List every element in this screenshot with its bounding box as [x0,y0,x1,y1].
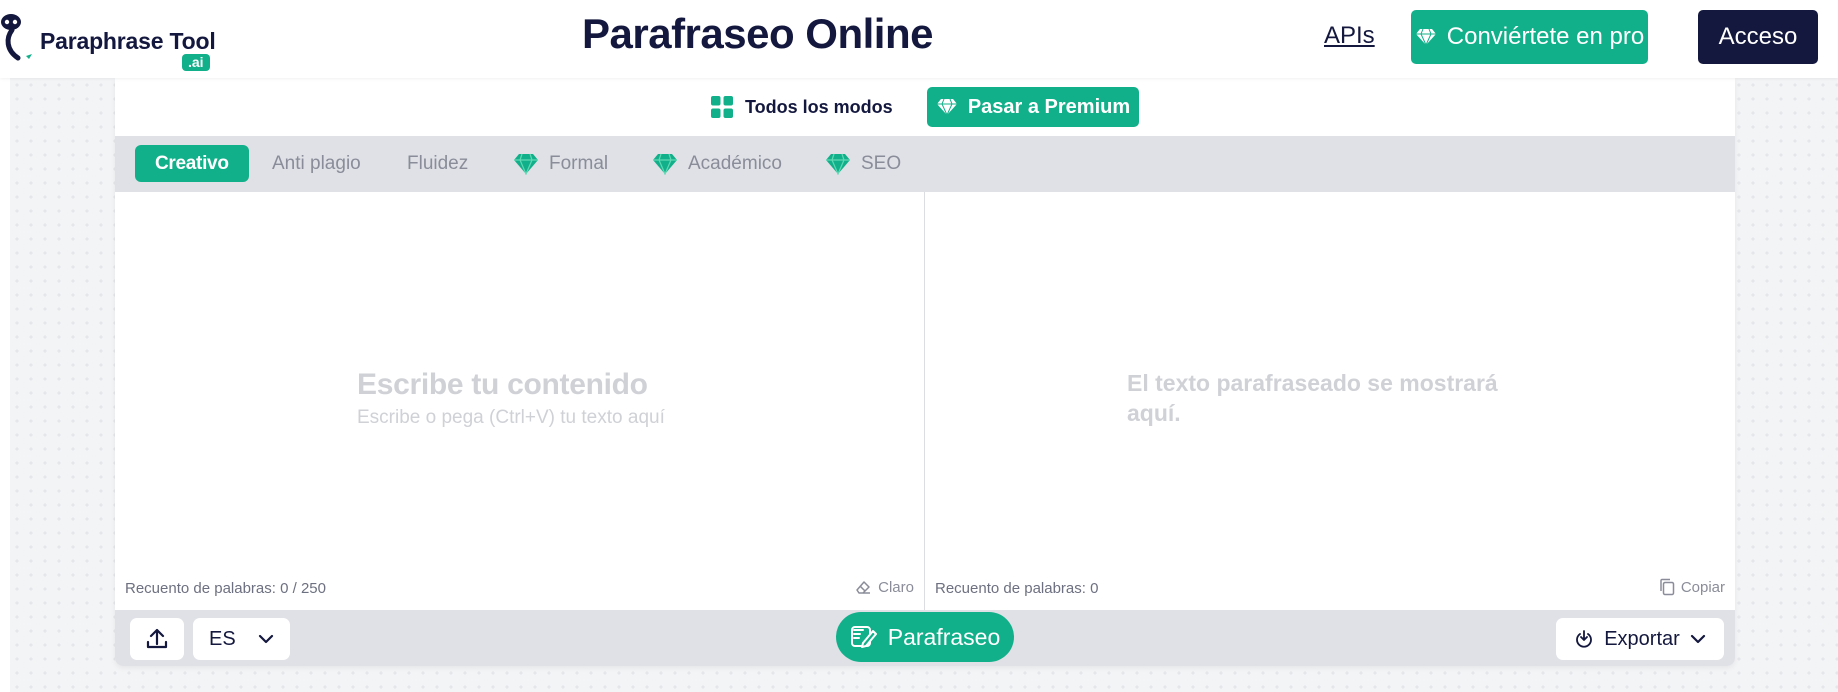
pen-icon [850,626,877,648]
output-pane: El texto parafraseado se mostrará aquí. … [925,192,1735,610]
page-title: Parafraseo Online [582,10,933,57]
tab-academico[interactable]: Académico [652,145,782,182]
tab-label: Académico [688,152,782,174]
upload-icon [146,628,168,649]
input-pane[interactable]: Escribe tu contenido Escribe o pega (Ctr… [115,192,925,610]
export-button[interactable]: Exportar [1556,618,1724,660]
grid-icon [711,96,733,118]
input-placeholder-title: Escribe tu contenido [357,368,648,401]
robot-hook-icon [1,14,32,61]
paraphrase-label: Parafraseo [887,623,1001,650]
copy-label: Copiar [1680,578,1725,596]
go-pro-button[interactable]: Conviértete en pro [1411,10,1648,64]
all-modes-label: Todos los modos [745,96,893,117]
tab-label: Formal [549,152,609,174]
site-header: Paraphrase Tool .ai Parafraseo Online AP… [0,0,1838,78]
clear-button[interactable]: Claro [854,578,914,596]
go-pro-label: Conviértete en pro [1446,23,1645,50]
mode-tabs: Creativo Anti plagio Fluidez Formal Acad… [115,136,1735,192]
diamond-icon [826,153,850,175]
paraphrase-button[interactable]: Parafraseo [836,612,1014,662]
tab-label: SEO [861,152,902,174]
paraphrase-editor: Todos los modos Pasar a Premium Creativo… [115,78,1735,666]
copy-icon [1660,578,1675,596]
input-placeholder-subtitle: Escribe o pega (Ctrl+V) tu texto aquí [357,407,665,428]
diamond-icon [653,153,677,175]
tab-formal[interactable]: Formal [513,145,608,182]
diamond-icon [514,153,538,175]
output-word-count: Recuento de palabras: 0 [935,580,1099,597]
chevron-down-icon [1690,634,1705,644]
tab-seo[interactable]: SEO [825,145,901,182]
export-label: Exportar [1604,627,1680,650]
eraser-icon [856,581,871,594]
upgrade-premium-button[interactable]: Pasar a Premium [927,87,1139,127]
upload-button[interactable] [130,618,184,660]
upgrade-premium-label: Pasar a Premium [967,95,1131,118]
copy-button[interactable]: Copiar [1659,578,1725,596]
chevron-down-icon [258,634,274,644]
tab-creativo[interactable]: Creativo [135,145,249,182]
logo-badge: .ai [182,54,210,71]
editor-bottom-bar: ES Parafraseo Exportar [115,610,1735,666]
all-modes-button[interactable]: Todos los modos [711,92,893,122]
apis-link[interactable]: APIs [1324,22,1375,50]
tab-label: Fluidez [407,152,469,174]
tab-fluidez[interactable]: Fluidez [407,145,468,182]
logo[interactable]: Paraphrase Tool .ai [0,10,230,71]
editor-top-bar: Todos los modos Pasar a Premium [115,78,1735,136]
diamond-icon [1415,28,1436,46]
diamond-icon [936,98,957,116]
logo-text: Paraphrase Tool [40,28,216,54]
login-button[interactable]: Acceso [1698,10,1818,64]
tab-label: Anti plagio [272,152,361,174]
tab-label: Creativo [155,152,229,174]
tab-anti-plagio[interactable]: Anti plagio [272,145,361,182]
language-select[interactable]: ES [193,618,290,660]
output-placeholder: El texto parafraseado se mostrará aquí. [1127,370,1498,426]
input-word-count: Recuento de palabras: 0 / 250 [125,580,326,597]
power-download-icon [1576,630,1593,648]
language-value: ES [209,627,236,650]
clear-label: Claro [878,578,914,596]
